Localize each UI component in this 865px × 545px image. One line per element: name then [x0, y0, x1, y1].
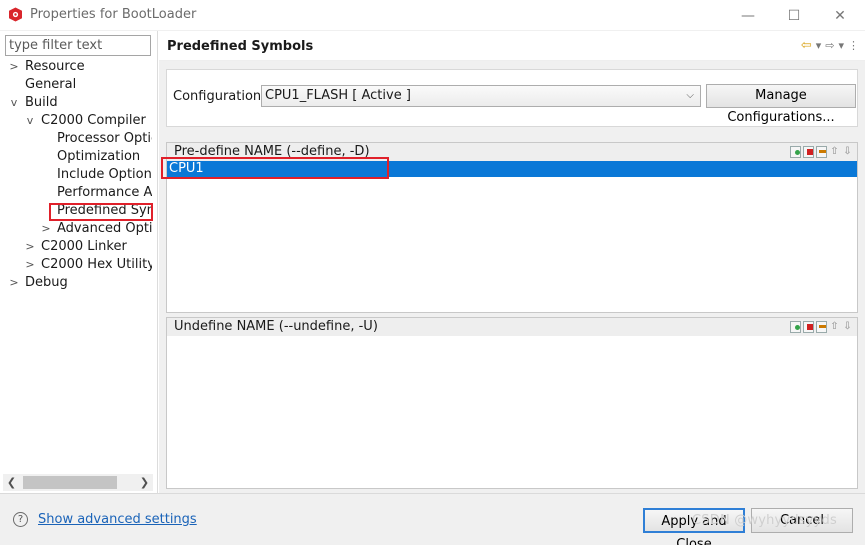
forward-menu-icon[interactable]: ▾	[838, 39, 844, 52]
content-area: Configuration: CPU1_FLASH [ Active ] ⌵ M…	[159, 61, 865, 493]
help-icon[interactable]: ?	[13, 512, 28, 527]
tree-item-advanced-options[interactable]: > Advanced Optic	[0, 220, 152, 238]
title-bar: Properties for BootLoader — ☐ ✕	[0, 0, 865, 31]
back-menu-icon[interactable]: ▾	[816, 39, 822, 52]
move-up-icon[interactable]: ⇧	[829, 146, 840, 158]
configuration-label: Configuration:	[173, 89, 266, 104]
close-icon: ✕	[834, 7, 846, 24]
undefine-header-label: Undefine NAME (--undefine, -U)	[174, 319, 378, 334]
horizontal-scrollbar[interactable]: ❮ ❯	[3, 474, 153, 491]
tree-item-c2000-linker[interactable]: > C2000 Linker	[0, 238, 152, 256]
tree-item-label: Resource	[25, 59, 85, 74]
tree-item-label: Optimization	[57, 149, 141, 164]
edit-icon[interactable]	[816, 321, 827, 333]
tree-item-label: Include Options	[57, 167, 152, 182]
selection-highlight	[49, 203, 153, 221]
configuration-row: Configuration: CPU1_FLASH [ Active ] ⌵ M…	[166, 69, 858, 127]
tree-item-label: Build	[25, 95, 58, 110]
undefine-list: Undefine NAME (--undefine, -U) ⇧ ⇩	[166, 317, 858, 489]
view-menu-icon[interactable]: ⋮	[848, 39, 859, 52]
left-panel: > Resource General v Build v C2000 Compi…	[0, 31, 158, 493]
delete-icon[interactable]	[803, 321, 814, 333]
app-logo-icon	[9, 7, 22, 22]
forward-arrow-icon[interactable]: ⇨	[825, 39, 834, 52]
page-header: Predefined Symbols ⇦ ▾ ⇨ ▾ ⋮	[159, 31, 865, 61]
add-icon[interactable]	[790, 146, 801, 158]
tree-item-debug[interactable]: > Debug	[0, 274, 152, 292]
tree-item-processor-options[interactable]: Processor Optio	[0, 130, 152, 148]
tree-item-label: Performance Ad	[57, 185, 152, 200]
tree-item-label: Advanced Optic	[57, 221, 152, 236]
configuration-value: CPU1_FLASH [ Active ]	[265, 88, 411, 103]
chevron-right-icon[interactable]: >	[9, 274, 19, 292]
chevron-down-icon[interactable]: v	[25, 112, 35, 130]
chevron-right-icon[interactable]: >	[25, 256, 35, 274]
tree-item-c2000-hex-utility[interactable]: > C2000 Hex Utility	[0, 256, 152, 274]
property-tree: > Resource General v Build v C2000 Compi…	[0, 58, 152, 478]
maximize-button[interactable]: ☐	[771, 0, 817, 31]
tree-item-performance-advisor[interactable]: Performance Ad	[0, 184, 152, 202]
history-nav: ⇦ ▾ ⇨ ▾ ⋮	[801, 37, 859, 53]
tree-item-label: Processor Optio	[57, 131, 152, 146]
tree-item-label: Debug	[25, 275, 68, 290]
scroll-right-icon[interactable]: ❯	[136, 474, 153, 491]
tree-item-label: C2000 Linker	[41, 239, 127, 254]
chevron-right-icon[interactable]: >	[9, 58, 19, 76]
tree-item-label: C2000 Compiler	[41, 113, 146, 128]
add-icon[interactable]	[790, 321, 801, 333]
close-button[interactable]: ✕	[817, 0, 863, 31]
minimize-icon: —	[741, 7, 755, 24]
move-down-icon[interactable]: ⇩	[842, 146, 853, 158]
tree-item-general[interactable]: General	[0, 76, 152, 94]
move-up-icon[interactable]: ⇧	[829, 321, 840, 333]
minimize-button[interactable]: —	[725, 0, 771, 31]
tree-item-label: General	[25, 77, 77, 92]
undefine-toolbar: ⇧ ⇩	[790, 321, 853, 333]
bottom-bar: ? Show advanced settings Apply and Close…	[0, 493, 865, 545]
undefine-header: Undefine NAME (--undefine, -U) ⇧ ⇩	[167, 318, 857, 336]
right-panel: Predefined Symbols ⇦ ▾ ⇨ ▾ ⋮ Configurati…	[159, 31, 865, 493]
filter-input[interactable]	[5, 35, 151, 56]
cpu1-highlight-box	[161, 157, 389, 179]
move-down-icon[interactable]: ⇩	[842, 321, 853, 333]
tree-item-label: C2000 Hex Utility	[41, 257, 152, 272]
scroll-thumb[interactable]	[23, 476, 117, 489]
delete-icon[interactable]	[803, 146, 814, 158]
manage-configurations-button[interactable]: Manage Configurations...	[706, 84, 856, 125]
maximize-icon: ☐	[787, 7, 801, 24]
watermark: CSDN @wyhyydsyyds	[692, 513, 837, 528]
tree-item-include-options[interactable]: Include Options	[0, 166, 152, 184]
show-advanced-settings-link[interactable]: Show advanced settings	[38, 512, 197, 527]
chevron-down-icon[interactable]: v	[9, 94, 19, 112]
tree-item-optimization[interactable]: Optimization	[0, 148, 152, 166]
tree-item-c2000-compiler[interactable]: v C2000 Compiler	[0, 112, 152, 130]
scroll-left-icon[interactable]: ❮	[3, 474, 20, 491]
tree-item-resource[interactable]: > Resource	[0, 58, 152, 76]
back-arrow-icon[interactable]: ⇦	[801, 38, 812, 53]
chevron-right-icon[interactable]: >	[25, 238, 35, 256]
chevron-down-icon: ⌵	[686, 90, 694, 101]
window-title: Properties for BootLoader	[30, 7, 197, 22]
configuration-select[interactable]: CPU1_FLASH [ Active ] ⌵	[261, 85, 701, 107]
chevron-right-icon[interactable]: >	[41, 220, 51, 238]
edit-icon[interactable]	[816, 146, 827, 158]
page-title: Predefined Symbols	[167, 39, 314, 54]
predefine-toolbar: ⇧ ⇩	[790, 146, 853, 158]
tree-item-build[interactable]: v Build	[0, 94, 152, 112]
